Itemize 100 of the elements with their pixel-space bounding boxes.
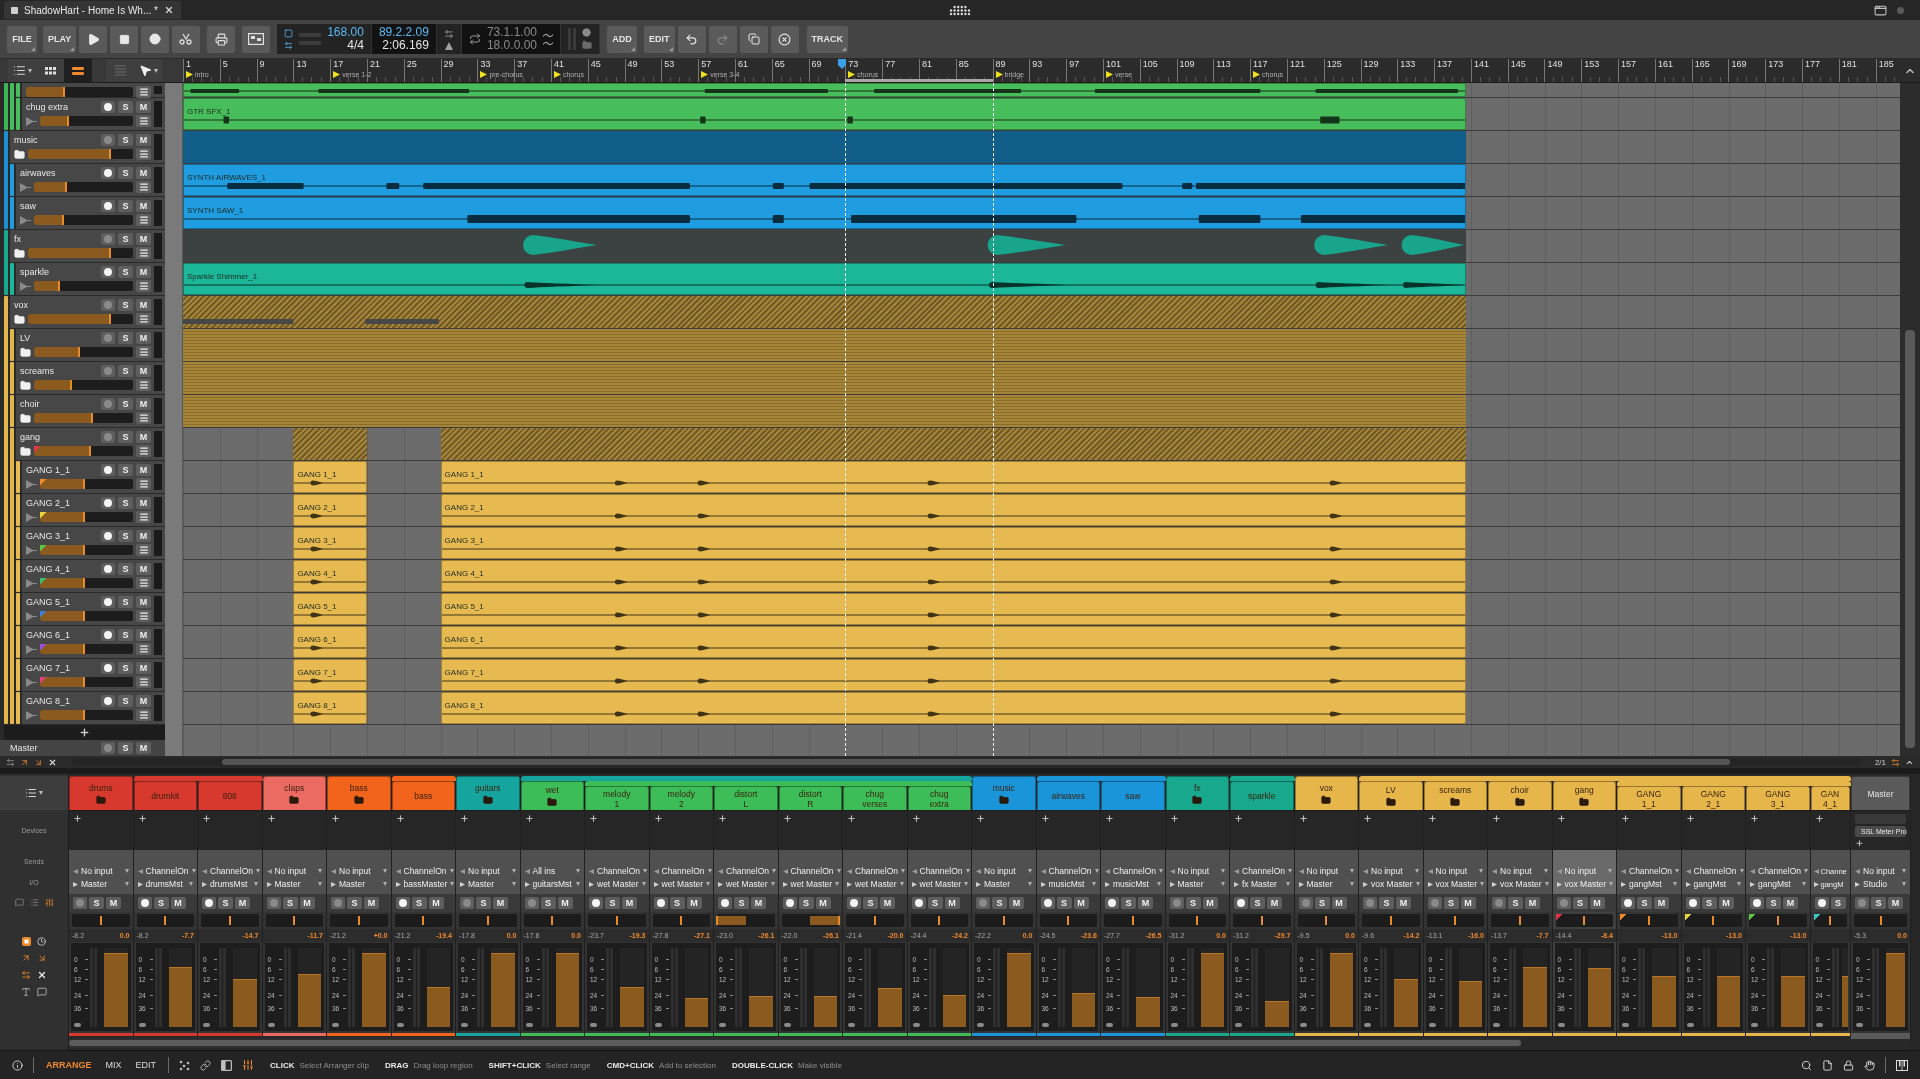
master-track-header[interactable]: Master S M	[0, 740, 165, 756]
add-device-icon[interactable]	[976, 814, 985, 823]
solo-button[interactable]: S	[1056, 897, 1072, 909]
channel-header[interactable]: GANG 2_1	[1681, 786, 1745, 810]
input-selector[interactable]: ChannelOn	[846, 865, 904, 877]
panel-toggle-button[interactable]	[242, 1059, 255, 1071]
volume-slider[interactable]	[34, 347, 133, 357]
group-clip-summary[interactable]	[183, 329, 1467, 361]
volume-fader[interactable]	[1265, 948, 1289, 1027]
mute-button[interactable]: M	[364, 897, 379, 909]
close-icon[interactable]	[48, 757, 57, 767]
record-arm-button[interactable]	[202, 897, 216, 909]
audio-clip[interactable]: GANG 1_1	[293, 461, 367, 493]
time-signature-value[interactable]: 4/4	[347, 39, 364, 52]
record-arm-button[interactable]	[1234, 897, 1248, 909]
mute-button[interactable]: M	[136, 530, 151, 542]
input-selector[interactable]: ChannelOn	[1749, 865, 1807, 877]
pan-thumb[interactable]	[1879, 916, 1882, 925]
track-header[interactable]: fx S M	[10, 230, 165, 263]
pan-thumb[interactable]	[1583, 916, 1586, 925]
sync-arrows-icon[interactable]	[443, 28, 454, 39]
pan-thumb[interactable]	[1776, 916, 1779, 925]
audio-clip[interactable]: GTR SFX_1	[183, 98, 1467, 130]
audio-clip[interactable]: GANG 5_1	[440, 593, 1467, 625]
pan-thumb[interactable]	[164, 916, 167, 925]
volume-slider[interactable]	[34, 182, 133, 192]
arrows-icon[interactable]	[1891, 757, 1900, 767]
input-selector[interactable]: No input	[1491, 865, 1549, 877]
stop-button[interactable]	[110, 25, 139, 53]
output-selector[interactable]: vox Master	[1555, 878, 1613, 890]
mute-button[interactable]: M	[136, 365, 151, 377]
pan-slider[interactable]	[201, 914, 259, 927]
mute-button[interactable]: M	[136, 200, 151, 212]
input-selector[interactable]: All ins	[523, 865, 581, 877]
solo-button[interactable]: S	[118, 464, 133, 476]
track-menu-button[interactable]	[136, 478, 151, 490]
track-header[interactable]: screams S M	[16, 362, 165, 395]
view-tool-button[interactable]	[134, 59, 162, 82]
pan-slider[interactable]	[1426, 914, 1484, 927]
view-tool-button[interactable]	[64, 59, 92, 82]
add-device-icon[interactable]	[1427, 814, 1437, 823]
mute-button[interactable]: M	[136, 596, 151, 608]
pan-thumb[interactable]	[873, 916, 876, 925]
group-clip-summary[interactable]	[183, 131, 1467, 163]
channel-header[interactable]: sparkle	[1230, 781, 1294, 810]
add-device-icon[interactable]	[1814, 814, 1824, 823]
undo-button[interactable]	[677, 25, 706, 53]
output-selector[interactable]: vox Master	[1426, 878, 1484, 890]
volume-fader[interactable]	[1458, 948, 1482, 1027]
channel-header[interactable]: music	[972, 776, 1036, 810]
volume-fader[interactable]	[1652, 948, 1676, 1027]
add-device-icon[interactable]	[1363, 814, 1372, 823]
record-arm-button[interactable]	[1621, 897, 1635, 909]
pan-thumb[interactable]	[422, 916, 425, 925]
audio-clip[interactable]: SYNTH SAW_1	[183, 197, 1467, 229]
channel-header[interactable]: distort L	[714, 786, 778, 810]
pan-slider[interactable]	[1362, 914, 1420, 927]
output-selector[interactable]: gangMst	[1749, 878, 1807, 890]
volume-slider[interactable]	[40, 611, 133, 621]
pan-thumb[interactable]	[1454, 916, 1457, 925]
info-icon[interactable]	[12, 1059, 23, 1071]
pan-thumb[interactable]	[615, 916, 618, 925]
solo-button[interactable]: S	[118, 530, 133, 542]
pan-thumb[interactable]	[486, 916, 489, 925]
track-menu-button[interactable]	[136, 412, 151, 424]
channel-header[interactable]: bass	[391, 781, 455, 810]
volume-slider[interactable]	[40, 644, 133, 654]
volume-slider[interactable]	[40, 545, 133, 555]
position-time-value[interactable]: 2:06.169	[382, 39, 429, 52]
group-clip-summary[interactable]	[183, 362, 1467, 394]
record-arm-button[interactable]	[101, 266, 115, 278]
volume-slider[interactable]	[34, 215, 133, 225]
add-device-icon[interactable]	[1750, 814, 1759, 823]
channel-header[interactable]: LV	[1359, 781, 1423, 810]
add-device-icon[interactable]	[1556, 814, 1566, 823]
volume-slider[interactable]	[34, 413, 133, 423]
view-tab[interactable]: MIX	[103, 1060, 124, 1070]
mute-button[interactable]: M	[1267, 897, 1282, 909]
redo-button[interactable]	[708, 25, 737, 53]
volume-fader[interactable]	[942, 948, 966, 1027]
volume-slider[interactable]	[34, 446, 133, 456]
volume-fader[interactable]	[813, 948, 837, 1027]
solo-button[interactable]: S	[118, 332, 133, 344]
output-selector[interactable]: Master	[330, 878, 388, 890]
volume-fader[interactable]	[168, 948, 192, 1027]
arrow-icon[interactable]	[20, 757, 29, 767]
output-selector[interactable]: wet Master	[846, 878, 904, 890]
output-selector[interactable]: Master	[1297, 878, 1355, 890]
add-device-icon[interactable]	[1855, 838, 1864, 847]
solo-button[interactable]: S	[798, 897, 814, 909]
pan-slider[interactable]	[910, 914, 968, 927]
mute-button[interactable]: M	[136, 662, 151, 674]
input-selector[interactable]: ChannelOn	[136, 865, 194, 877]
mute-button[interactable]: M	[1718, 897, 1734, 909]
pan-slider[interactable]	[1104, 914, 1162, 927]
document-tab[interactable]: ShadowHart - Home Is Wh... *	[4, 1, 181, 19]
view-tool-button[interactable]	[36, 59, 64, 82]
add-device-icon[interactable]	[524, 814, 534, 823]
channel-header[interactable]: chug extra	[907, 786, 971, 810]
solo-button[interactable]: S	[1250, 897, 1265, 909]
